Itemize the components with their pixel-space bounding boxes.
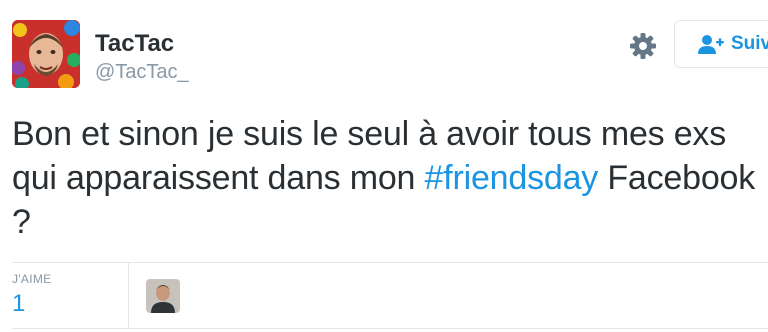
author-name[interactable]: TacTac xyxy=(95,30,174,58)
likes-count[interactable]: 1 xyxy=(12,290,25,318)
follow-button[interactable]: Suivre xyxy=(674,20,768,68)
likes-label: J'AIME xyxy=(12,272,52,286)
hashtag-link[interactable]: #friendsday xyxy=(425,159,599,197)
stats-separator xyxy=(128,262,129,328)
follow-button-label: Suivre xyxy=(731,33,768,54)
person-plus-icon xyxy=(698,35,724,54)
author-avatar-image xyxy=(12,20,80,88)
stats-divider-top xyxy=(12,262,768,263)
stats-divider-bottom xyxy=(12,328,768,329)
tweet-text: Bon et sinon je suis le seul à avoir tou… xyxy=(12,112,762,244)
author-avatar[interactable] xyxy=(12,20,80,88)
author-handle[interactable]: @TacTac_ xyxy=(95,60,189,84)
gear-icon[interactable] xyxy=(627,30,659,62)
liker-avatar[interactable] xyxy=(146,279,180,313)
